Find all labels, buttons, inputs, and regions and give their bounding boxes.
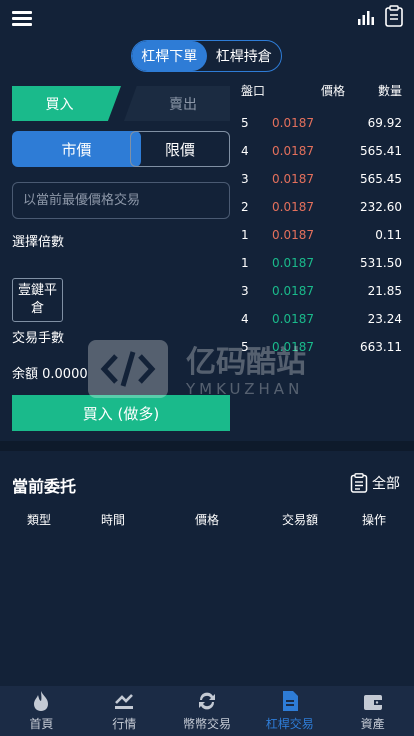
ask-price: 0.0187 — [272, 172, 314, 186]
mode-switch: 杠桿下單 杠桿持倉 — [131, 40, 282, 72]
all-orders-link[interactable]: 全部 — [350, 473, 400, 493]
orderbook-header-amount: 數量 — [378, 84, 403, 98]
bid-amount: 23.24 — [367, 312, 402, 326]
ask-level: 5 — [241, 116, 249, 130]
tab-leverage-position[interactable]: 杠桿持倉 — [207, 41, 282, 71]
wallet-icon — [363, 695, 382, 710]
header — [0, 0, 414, 38]
bid-row[interactable]: 4 0.0187 23.24 — [241, 312, 402, 332]
nav-spot-trade-label: 幣幣交易 — [182, 717, 231, 731]
bid-level: 4 — [241, 312, 249, 326]
order-record-icon[interactable] — [384, 5, 404, 27]
limit-order-button[interactable]: 限價 — [130, 131, 230, 167]
buy-tab[interactable]: 買入 — [12, 86, 121, 121]
ask-row[interactable]: 1 0.0187 0.11 — [241, 228, 402, 248]
tab-leverage-order[interactable]: 杠桿下單 — [132, 41, 207, 71]
nav-home[interactable]: 首頁 — [0, 686, 83, 736]
ask-price: 0.0187 — [272, 228, 314, 242]
column-type: 類型 — [27, 513, 52, 527]
bid-price: 0.0187 — [272, 312, 314, 326]
sell-tab[interactable]: 賣出 — [124, 86, 230, 121]
exchange-icon — [198, 692, 215, 710]
bid-row[interactable]: 1 0.0187 531.50 — [241, 256, 402, 276]
section-divider — [0, 441, 414, 451]
leverage-label: 選擇倍數 — [12, 235, 65, 250]
column-amount: 交易額 — [282, 513, 319, 527]
ask-row[interactable]: 2 0.0187 232.60 — [241, 200, 402, 220]
ask-amount: 565.41 — [360, 144, 402, 158]
nav-market-label: 行情 — [112, 717, 137, 731]
column-time: 時間 — [101, 513, 126, 527]
ask-level: 3 — [241, 172, 249, 186]
orderbook-header-price: 價格 — [321, 84, 346, 98]
ask-level: 4 — [241, 144, 249, 158]
current-orders-title: 當前委托 — [12, 477, 77, 496]
ask-price: 0.0187 — [272, 116, 314, 130]
bid-level: 3 — [241, 284, 249, 298]
nav-market[interactable]: 行情 — [83, 686, 166, 736]
column-price: 價格 — [195, 513, 220, 527]
all-orders-label: 全部 — [372, 476, 400, 492]
nav-spot-trade[interactable]: 幣幣交易 — [166, 686, 249, 736]
bid-price: 0.0187 — [272, 340, 314, 354]
market-order-button[interactable]: 市價 — [12, 131, 141, 167]
bid-row[interactable]: 5 0.0187 663.11 — [241, 340, 402, 360]
buy-long-button[interactable]: 買入 (做多) — [12, 395, 230, 431]
ask-price: 0.0187 — [272, 144, 314, 158]
clipboard-icon — [350, 473, 368, 493]
ask-row[interactable]: 5 0.0187 69.92 — [241, 116, 402, 136]
lot-size-label: 交易手數 — [12, 331, 65, 346]
ask-amount: 232.60 — [360, 200, 402, 214]
ask-row[interactable]: 3 0.0187 565.45 — [241, 172, 402, 192]
bottom-nav: 首頁 行情 幣幣交易 杠桿交易 資產 — [0, 686, 414, 736]
ask-row[interactable]: 4 0.0187 565.41 — [241, 144, 402, 164]
market-icon — [115, 694, 134, 709]
ask-amount: 565.45 — [360, 172, 402, 186]
bid-price: 0.0187 — [272, 284, 314, 298]
bid-level: 1 — [241, 256, 249, 270]
bid-row[interactable]: 3 0.0187 21.85 — [241, 284, 402, 304]
ask-level: 1 — [241, 228, 249, 242]
menu-icon[interactable] — [12, 11, 32, 27]
column-action: 操作 — [362, 513, 387, 527]
bid-amount: 531.50 — [360, 256, 402, 270]
ask-level: 2 — [241, 200, 249, 214]
ask-price: 0.0187 — [272, 200, 314, 214]
balance-label: 余額 0.0000 — [12, 367, 88, 382]
bar-chart-icon[interactable] — [357, 8, 375, 26]
bid-amount: 663.11 — [360, 340, 402, 354]
bid-amount: 21.85 — [367, 284, 402, 298]
fire-icon — [34, 691, 49, 711]
nav-assets[interactable]: 資產 — [331, 686, 414, 736]
nav-assets-label: 資產 — [360, 717, 385, 731]
ask-amount: 69.92 — [367, 116, 402, 130]
ask-amount: 0.11 — [375, 228, 402, 242]
nav-leverage-trade[interactable]: 杠桿交易 — [248, 686, 331, 736]
price-input[interactable] — [12, 182, 230, 219]
orderbook-header-level: 盤口 — [241, 84, 266, 98]
one-click-close-button[interactable]: 壹鍵平倉 — [12, 278, 63, 322]
bid-level: 5 — [241, 340, 249, 354]
bid-price: 0.0187 — [272, 256, 314, 270]
leverage-doc-icon — [282, 691, 298, 711]
nav-leverage-trade-label: 杠桿交易 — [265, 717, 314, 731]
nav-home-label: 首頁 — [29, 717, 54, 731]
